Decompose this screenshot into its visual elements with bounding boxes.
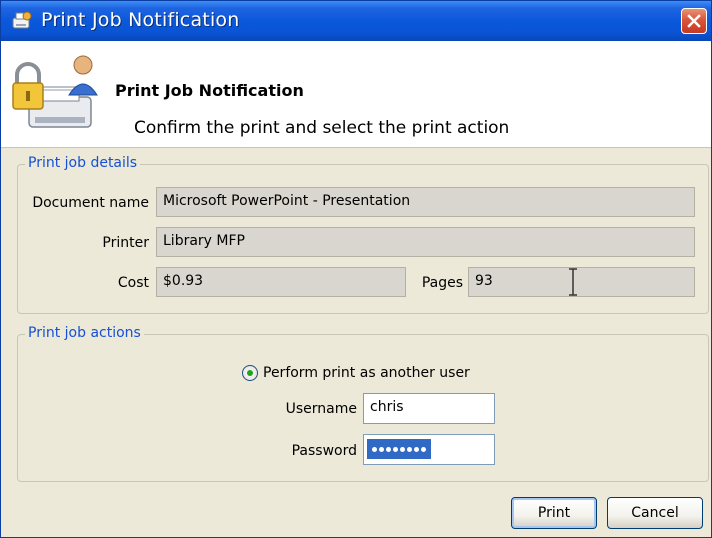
text-cursor-icon xyxy=(569,268,577,296)
print-job-details-legend: Print job details xyxy=(25,155,141,171)
window-title: Print Job Notification xyxy=(41,9,240,31)
pages-label: Pages xyxy=(421,275,463,291)
printer-label: Printer xyxy=(102,235,149,251)
password-dot xyxy=(386,446,391,452)
banner-subtitle: Confirm the print and select the print a… xyxy=(134,118,510,138)
perform-as-another-user-radio[interactable] xyxy=(242,365,258,381)
close-icon xyxy=(687,14,701,28)
printer-lock-user-icon xyxy=(12,55,98,128)
password-dot xyxy=(407,446,412,452)
cost-field: $0.93 xyxy=(156,267,406,297)
username-label: Username xyxy=(285,401,357,417)
password-dot xyxy=(421,446,426,452)
cost-label: Cost xyxy=(117,275,149,291)
printer-field: Library MFP xyxy=(156,227,695,257)
password-dot xyxy=(379,446,384,452)
perform-as-another-user-label[interactable]: Perform print as another user xyxy=(263,365,470,381)
password-input[interactable] xyxy=(363,434,495,465)
pages-field: 93 xyxy=(468,267,695,297)
print-job-actions-legend: Print job actions xyxy=(25,325,144,341)
password-label: Password xyxy=(291,443,357,459)
document-name-label: Document name xyxy=(32,195,149,211)
username-input[interactable]: chris xyxy=(363,393,495,424)
close-button[interactable] xyxy=(681,8,707,34)
password-dot xyxy=(414,446,419,452)
title-bar[interactable]: Print Job Notification xyxy=(1,1,711,41)
password-dot xyxy=(372,446,377,452)
document-name-field: Microsoft PowerPoint - Presentation xyxy=(156,187,695,217)
print-job-dialog: Print Job Notification Print Job Notific… xyxy=(0,0,712,538)
password-mask xyxy=(367,439,431,459)
header-banner: Print Job Notification Confirm the print… xyxy=(1,41,711,148)
password-dot xyxy=(393,446,398,452)
banner-title: Print Job Notification xyxy=(115,81,304,100)
cancel-button[interactable]: Cancel xyxy=(607,497,703,529)
password-dot xyxy=(400,446,405,452)
print-button[interactable]: Print xyxy=(511,497,597,529)
print-notification-icon xyxy=(12,11,32,29)
